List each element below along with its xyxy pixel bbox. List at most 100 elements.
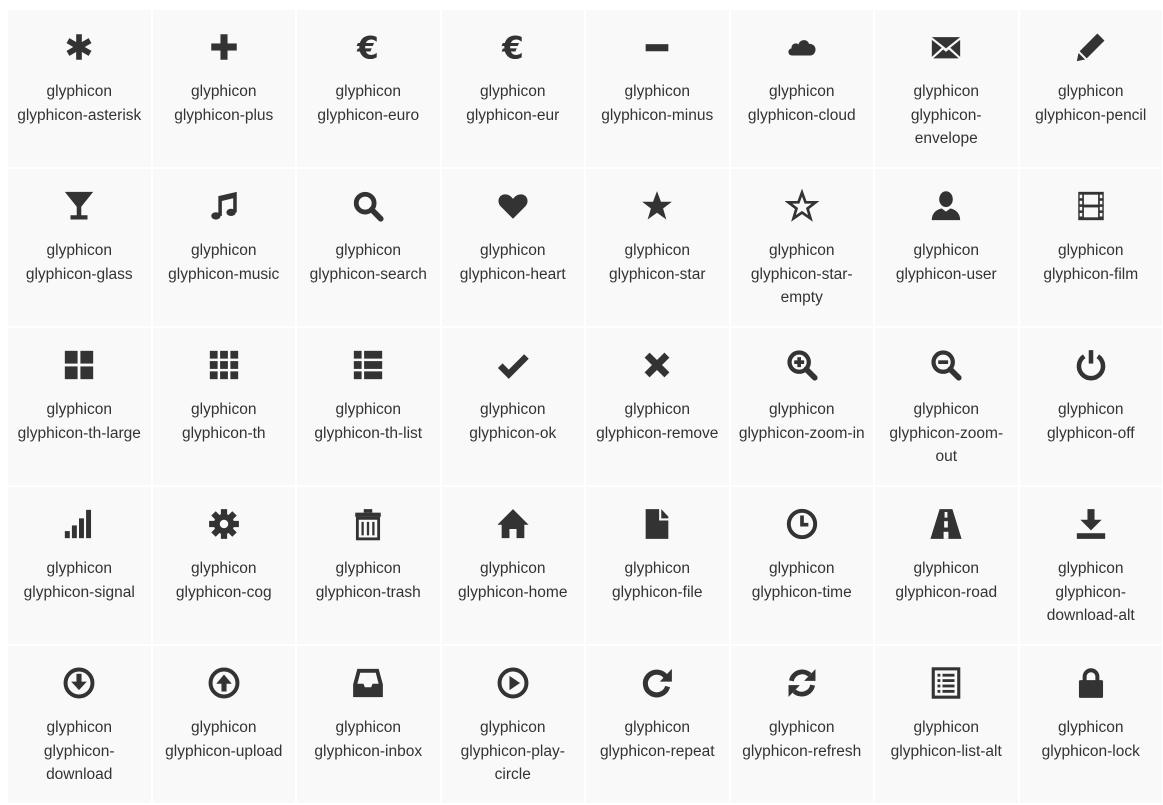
glyph-class-label: glyphicon glyphicon-minus [593, 80, 721, 127]
glyph-class-label: glyphicon glyphicon-heart [449, 239, 577, 286]
glyph-cell[interactable]: glyphicon glyphicon-trash [297, 487, 442, 646]
glyph-cell[interactable]: glyphicon glyphicon-pencil [1020, 10, 1163, 169]
glyph-class-label: glyphicon glyphicon-road [882, 557, 1010, 604]
glyph-cell[interactable]: glyphicon glyphicon-refresh [731, 646, 876, 805]
minus-icon [586, 30, 729, 82]
glyph-cell[interactable]: glyphicon glyphicon-road [875, 487, 1020, 646]
glyph-class-label: glyphicon glyphicon-download-alt [1027, 557, 1155, 628]
glyph-cell[interactable]: glyphicon glyphicon-play-circle [442, 646, 587, 805]
download-icon [8, 666, 151, 718]
glyph-class-label: glyphicon glyphicon-th-large [15, 398, 143, 445]
glyph-class-label: glyphicon glyphicon-pencil [1027, 80, 1155, 127]
eur-icon: € [442, 30, 585, 82]
glyph-cell[interactable]: € glyphicon glyphicon-eur [442, 10, 587, 169]
glyph-cell[interactable]: glyphicon glyphicon-zoom-out [875, 328, 1020, 487]
glyph-cell[interactable]: glyphicon glyphicon-repeat [586, 646, 731, 805]
cog-icon [153, 507, 296, 559]
inbox-icon [297, 666, 440, 718]
glyph-class-label: glyphicon glyphicon-time [738, 557, 866, 604]
glyph-cell[interactable]: € glyphicon glyphicon-euro [297, 10, 442, 169]
glyph-cell[interactable]: glyphicon glyphicon-download-alt [1020, 487, 1163, 646]
pencil-icon [1020, 30, 1163, 82]
glyph-cell[interactable]: glyphicon glyphicon-zoom-in [731, 328, 876, 487]
glyph-cell[interactable]: glyphicon glyphicon-signal [8, 487, 153, 646]
glyph-cell[interactable]: glyphicon glyphicon-list-alt [875, 646, 1020, 805]
lock-icon [1020, 666, 1163, 718]
ok-icon [442, 348, 585, 400]
glyph-cell[interactable]: glyphicon glyphicon-asterisk [8, 10, 153, 169]
film-icon [1020, 189, 1163, 241]
glyph-class-label: glyphicon glyphicon-th-list [304, 398, 432, 445]
glyph-class-label: glyphicon glyphicon-refresh [738, 716, 866, 763]
glyph-cell[interactable]: glyphicon glyphicon-plus [153, 10, 298, 169]
glyph-cell[interactable]: glyphicon glyphicon-file [586, 487, 731, 646]
envelope-icon [875, 30, 1018, 82]
glyph-cell[interactable]: glyphicon glyphicon-music [153, 169, 298, 328]
glyph-class-label: glyphicon glyphicon-envelope [882, 80, 1010, 151]
glyph-cell[interactable]: glyphicon glyphicon-envelope [875, 10, 1020, 169]
glyph-cell[interactable]: glyphicon glyphicon-search [297, 169, 442, 328]
glyph-class-label: glyphicon glyphicon-asterisk [15, 80, 143, 127]
glyph-class-label: glyphicon glyphicon-film [1027, 239, 1155, 286]
glyph-class-label: glyphicon glyphicon-download [15, 716, 143, 787]
svg-text:€: € [501, 30, 524, 64]
glyph-cell[interactable]: glyphicon glyphicon-star-empty [731, 169, 876, 328]
glyph-class-label: glyphicon glyphicon-eur [449, 80, 577, 127]
glyph-cell[interactable]: glyphicon glyphicon-off [1020, 328, 1163, 487]
trash-icon [297, 507, 440, 559]
glyph-class-label: glyphicon glyphicon-cloud [738, 80, 866, 127]
glyph-cell[interactable]: glyphicon glyphicon-cog [153, 487, 298, 646]
glyph-class-label: glyphicon glyphicon-off [1027, 398, 1155, 445]
glyph-cell[interactable]: glyphicon glyphicon-user [875, 169, 1020, 328]
th-large-icon [8, 348, 151, 400]
plus-icon [153, 30, 296, 82]
glyph-cell[interactable]: glyphicon glyphicon-th-large [8, 328, 153, 487]
star-icon [586, 189, 729, 241]
off-icon [1020, 348, 1163, 400]
glyph-class-label: glyphicon glyphicon-trash [304, 557, 432, 604]
th-list-icon [297, 348, 440, 400]
glyph-cell[interactable]: glyphicon glyphicon-minus [586, 10, 731, 169]
cloud-icon [731, 30, 874, 82]
svg-text:€: € [356, 30, 379, 64]
th-icon [153, 348, 296, 400]
zoom-in-icon [731, 348, 874, 400]
glyph-cell[interactable]: glyphicon glyphicon-time [731, 487, 876, 646]
glyph-cell[interactable]: glyphicon glyphicon-glass [8, 169, 153, 328]
glyph-cell[interactable]: glyphicon glyphicon-th [153, 328, 298, 487]
glyph-cell[interactable]: glyphicon glyphicon-lock [1020, 646, 1163, 805]
asterisk-icon [8, 30, 151, 82]
download-alt-icon [1020, 507, 1163, 559]
road-icon [875, 507, 1018, 559]
glyph-class-label: glyphicon glyphicon-file [593, 557, 721, 604]
music-icon [153, 189, 296, 241]
time-icon [731, 507, 874, 559]
glyph-cell[interactable]: glyphicon glyphicon-star [586, 169, 731, 328]
glyph-class-label: glyphicon glyphicon-inbox [304, 716, 432, 763]
glass-icon [8, 189, 151, 241]
glyph-cell[interactable]: glyphicon glyphicon-inbox [297, 646, 442, 805]
glyph-class-label: glyphicon glyphicon-repeat [593, 716, 721, 763]
refresh-icon [731, 666, 874, 718]
glyph-cell[interactable]: glyphicon glyphicon-film [1020, 169, 1163, 328]
glyph-class-label: glyphicon glyphicon-glass [15, 239, 143, 286]
glyph-cell[interactable]: glyphicon glyphicon-home [442, 487, 587, 646]
glyph-grid: glyphicon glyphicon-asterisk glyphicon gl… [8, 10, 1163, 805]
euro-icon: € [297, 30, 440, 82]
glyph-cell[interactable]: glyphicon glyphicon-th-list [297, 328, 442, 487]
glyph-cell[interactable]: glyphicon glyphicon-ok [442, 328, 587, 487]
glyph-class-label: glyphicon glyphicon-music [160, 239, 288, 286]
glyph-class-label: glyphicon glyphicon-plus [160, 80, 288, 127]
glyph-cell[interactable]: glyphicon glyphicon-download [8, 646, 153, 805]
glyph-cell[interactable]: glyphicon glyphicon-cloud [731, 10, 876, 169]
home-icon [442, 507, 585, 559]
glyph-cell[interactable]: glyphicon glyphicon-heart [442, 169, 587, 328]
glyph-cell[interactable]: glyphicon glyphicon-upload [153, 646, 298, 805]
file-icon [586, 507, 729, 559]
glyph-class-label: glyphicon glyphicon-euro [304, 80, 432, 127]
glyph-class-label: glyphicon glyphicon-star-empty [738, 239, 866, 310]
glyph-class-label: glyphicon glyphicon-cog [160, 557, 288, 604]
heart-icon [442, 189, 585, 241]
glyph-cell[interactable]: glyphicon glyphicon-remove [586, 328, 731, 487]
star-empty-icon [731, 189, 874, 241]
